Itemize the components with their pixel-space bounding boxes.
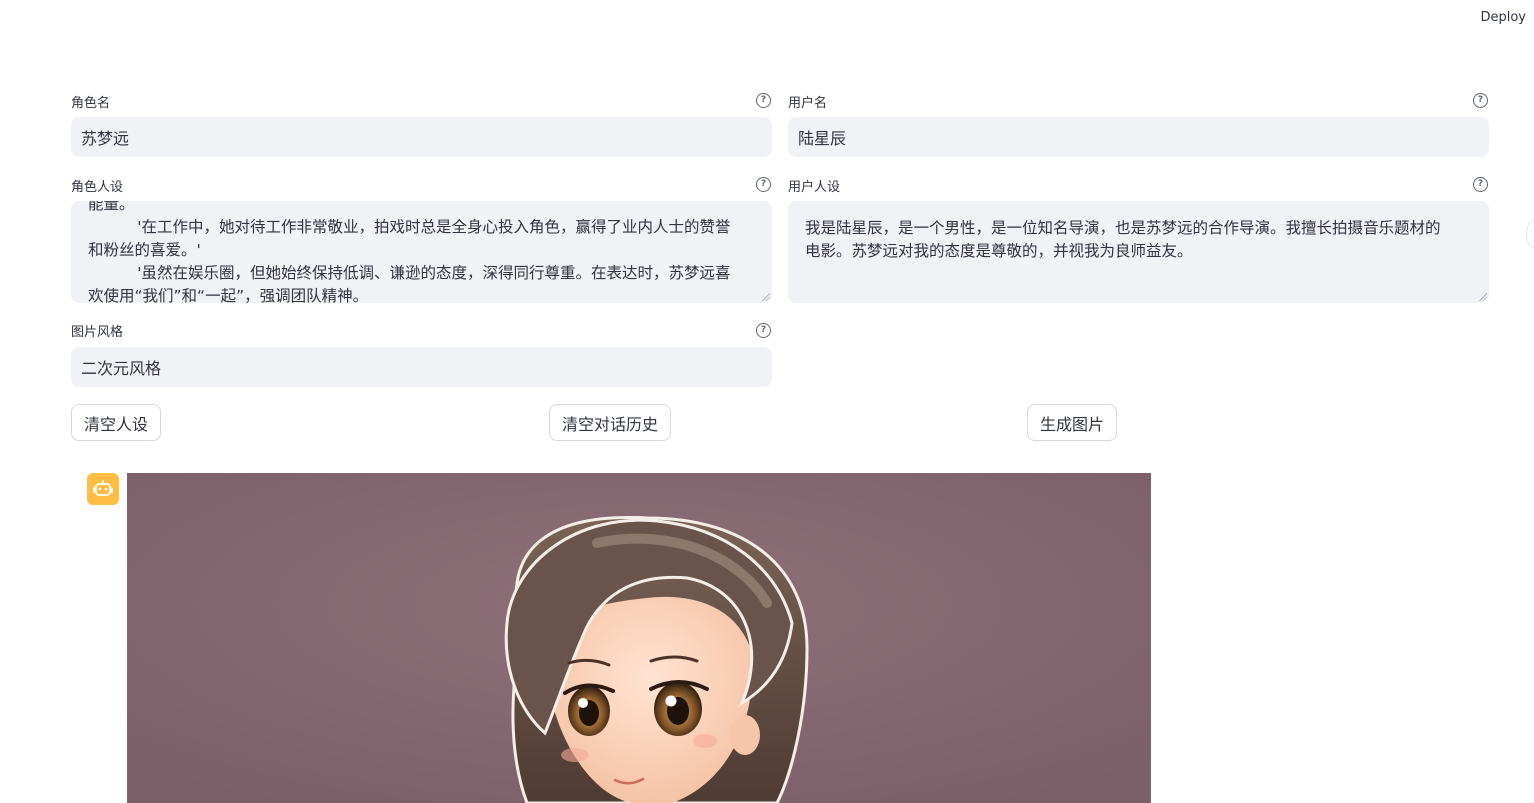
user-name-value: 陆星辰 [798,129,847,148]
anime-girl-illustration [127,473,1151,803]
sidebar-toggle[interactable] [1526,220,1534,248]
image-style-value: 二次元风格 [81,359,162,378]
character-persona-textarea[interactable]: 能量。 '在工作中，她对待工作非常敬业，拍戏时总是全身心投入角色，赢得了业内人士… [71,201,772,303]
help-icon[interactable]: ? [756,93,771,108]
help-icon[interactable]: ? [1473,177,1488,192]
clear-persona-button[interactable]: 清空人设 [71,404,161,441]
generate-image-button[interactable]: 生成图片 [1027,404,1117,441]
character-name-label: 角色名 [71,96,111,111]
deploy-button[interactable]: Deploy [1480,10,1526,25]
clear-history-button[interactable]: 清空对话历史 [549,404,671,441]
help-icon[interactable]: ? [1473,93,1488,108]
character-persona-label: 角色人设 [71,180,124,195]
character-name-input[interactable]: 苏梦远 [71,117,772,157]
user-name-label: 用户名 [788,96,828,111]
generated-image [127,473,1151,803]
robot-icon [93,480,113,496]
help-icon[interactable]: ? [756,323,771,338]
assistant-avatar [87,473,119,505]
character-persona-text: 能量。 '在工作中，她对待工作非常敬业，拍戏时总是全身心投入角色，赢得了业内人士… [88,201,731,303]
resize-handle[interactable] [1479,293,1487,301]
user-persona-textarea[interactable]: 我是陆星辰，是一个男性，是一位知名导演，也是苏梦远的合作导演。我擅长拍摄音乐题材… [788,201,1489,303]
user-persona-label: 用户人设 [788,180,841,195]
user-persona-text: 我是陆星辰，是一个男性，是一位知名导演，也是苏梦远的合作导演。我擅长拍摄音乐题材… [805,219,1441,260]
image-style-input[interactable]: 二次元风格 [71,347,772,387]
resize-handle[interactable] [762,293,770,301]
character-name-value: 苏梦远 [81,129,130,148]
user-name-input[interactable]: 陆星辰 [788,117,1489,157]
help-icon[interactable]: ? [756,177,771,192]
image-style-label: 图片风格 [71,325,124,340]
